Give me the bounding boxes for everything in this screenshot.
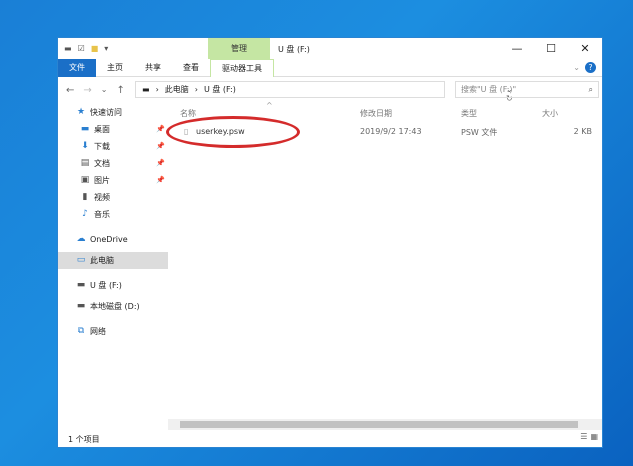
navigation-bar: ← → ⌄ ↑ ▬ › 此电脑 › U 盘 (F:) ⌄ ↻ 搜索"U 盘 (F:)… <box>58 80 602 103</box>
sidebar-item-label: 本地磁盘 (D:) <box>90 302 140 311</box>
title-bar: ▬ ☑ ■ ▾ 管理 U 盘 (F:) — ☐ ✕ <box>58 38 602 59</box>
computer-icon: ▭ <box>76 255 86 265</box>
cloud-icon: ☁ <box>76 234 86 244</box>
scrollbar-thumb[interactable] <box>180 421 578 428</box>
column-size[interactable]: 大小 <box>542 108 558 119</box>
file-size: 2 KB <box>573 127 592 136</box>
tab-file[interactable]: 文件 <box>58 58 96 77</box>
sidebar-item[interactable]: ★ 快速访问 <box>58 104 168 121</box>
sidebar-item[interactable]: ♪ 音乐 <box>58 206 168 223</box>
tab-share[interactable]: 共享 <box>134 59 172 77</box>
help-icon[interactable]: ? <box>585 62 596 73</box>
sidebar-item-label: OneDrive <box>90 235 128 244</box>
tab-home[interactable]: 主页 <box>96 59 134 77</box>
sidebar-item-label: 桌面 <box>94 125 110 134</box>
recent-locations-button[interactable]: ⌄ <box>101 85 108 96</box>
network-icon: ⧉ <box>77 326 85 336</box>
search-input[interactable]: 搜索"U 盘 (F:)" ⌕ <box>455 81 599 98</box>
details-view-icon[interactable]: ☰ <box>580 432 587 441</box>
sidebar-item[interactable]: ▬ 本地磁盘 (D:) <box>58 298 168 315</box>
sidebar-item[interactable]: ▭ 此电脑 <box>58 252 168 269</box>
document-icon: ▤ <box>80 158 90 168</box>
search-icon: ⌕ <box>588 85 593 94</box>
breadcrumb-u-drive[interactable]: U 盘 (F:) <box>204 84 236 95</box>
sidebar-item-label: 此电脑 <box>90 256 114 265</box>
sidebar-item-label: 文档 <box>94 159 110 168</box>
drive-icon: ▬ <box>142 85 150 94</box>
drive-icon: ▬ <box>64 44 72 53</box>
star-icon: ★ <box>76 107 86 117</box>
pin-icon[interactable]: 📌 <box>156 138 165 155</box>
chevron-right-icon: › <box>194 85 198 94</box>
search-placeholder: 搜索"U 盘 (F:)" <box>461 85 517 94</box>
tab-manage[interactable]: 管理 <box>208 38 270 59</box>
window-title: U 盘 (F:) <box>278 45 310 54</box>
new-folder-icon[interactable]: ■ <box>91 44 99 53</box>
breadcrumb-this-pc[interactable]: 此电脑 <box>165 84 189 95</box>
up-button[interactable]: ↑ <box>116 85 124 96</box>
large-icons-view-icon[interactable]: ▦ <box>590 432 598 441</box>
drive-icon: ▬ <box>76 280 86 290</box>
tab-view[interactable]: 查看 <box>172 59 210 77</box>
file-date: 2019/9/2 17:43 <box>360 127 422 136</box>
pin-icon[interactable]: 📌 <box>156 121 165 138</box>
navigation-pane: ★ 快速访问 ▬ 桌面 📌 ⬇ 下载 📌 ▤ 文档 📌 ▣ 图片 📌 ▮ 视频 ♪ 音乐 ☁ OneDrive ▭ 此电脑… <box>58 104 168 434</box>
expand-ribbon-icon[interactable]: ⌄ <box>573 63 580 72</box>
sidebar-item-label: 网络 <box>90 327 106 336</box>
desktop-icon: ▬ <box>80 124 90 134</box>
customize-dropdown-icon[interactable]: ▾ <box>104 44 108 53</box>
pin-icon[interactable]: 📌 <box>156 155 165 172</box>
sidebar-item[interactable]: ⧉ 网络 <box>58 323 168 340</box>
sort-ascending-icon: ^ <box>266 101 273 110</box>
maximize-button[interactable]: ☐ <box>534 38 568 59</box>
sidebar-item[interactable]: ☁ OneDrive <box>58 231 168 248</box>
minimize-button[interactable]: — <box>500 38 534 59</box>
sidebar-item-label: 图片 <box>94 176 110 185</box>
highlight-circle <box>166 116 300 148</box>
quick-access-toolbar: ▬ ☑ ■ ▾ <box>64 44 108 53</box>
status-item-count: 1 个项目 <box>68 435 100 444</box>
column-type[interactable]: 类型 <box>461 108 477 119</box>
sidebar-item-label: 视频 <box>94 193 110 202</box>
pin-icon[interactable]: 📌 <box>156 172 165 189</box>
drive-icon: ▬ <box>76 301 86 311</box>
sidebar-item[interactable]: ▣ 图片 📌 <box>58 172 168 189</box>
sidebar-item[interactable]: ▮ 视频 <box>58 189 168 206</box>
column-name[interactable]: 名称 <box>180 108 196 119</box>
sidebar-item[interactable]: ▬ 桌面 📌 <box>58 121 168 138</box>
music-icon: ♪ <box>82 209 88 219</box>
ribbon-tabs: 文件 主页 共享 查看 驱动器工具 ⌄ ? <box>58 58 602 77</box>
back-button[interactable]: ← <box>66 85 74 96</box>
properties-icon[interactable]: ☑ <box>78 44 85 53</box>
download-icon: ⬇ <box>81 141 89 151</box>
forward-button[interactable]: → <box>83 85 91 96</box>
address-bar[interactable]: ▬ › 此电脑 › U 盘 (F:) ⌄ ↻ <box>135 81 513 103</box>
file-explorer-window: ▬ ☑ ■ ▾ 管理 U 盘 (F:) — ☐ ✕ 文件 主页 共享 查看 驱动… <box>57 37 603 448</box>
column-date[interactable]: 修改日期 <box>360 108 392 119</box>
file-type: PSW 文件 <box>461 128 498 137</box>
chevron-right-icon: › <box>155 85 159 94</box>
horizontal-scrollbar[interactable] <box>168 419 602 430</box>
sidebar-item[interactable]: ⬇ 下载 📌 <box>58 138 168 155</box>
video-icon: ▮ <box>82 192 88 202</box>
close-button[interactable]: ✕ <box>568 38 602 59</box>
sidebar-item-label: 音乐 <box>94 210 110 219</box>
tab-drive-tools[interactable]: 驱动器工具 <box>210 58 274 77</box>
sidebar-item-label: U 盘 (F:) <box>90 281 122 290</box>
sidebar-item[interactable]: ▤ 文档 📌 <box>58 155 168 172</box>
sidebar-item[interactable]: ▬ U 盘 (F:) <box>58 277 168 294</box>
sidebar-item-label: 快速访问 <box>90 108 122 117</box>
sidebar-item-label: 下载 <box>94 142 110 151</box>
picture-icon: ▣ <box>80 175 90 185</box>
